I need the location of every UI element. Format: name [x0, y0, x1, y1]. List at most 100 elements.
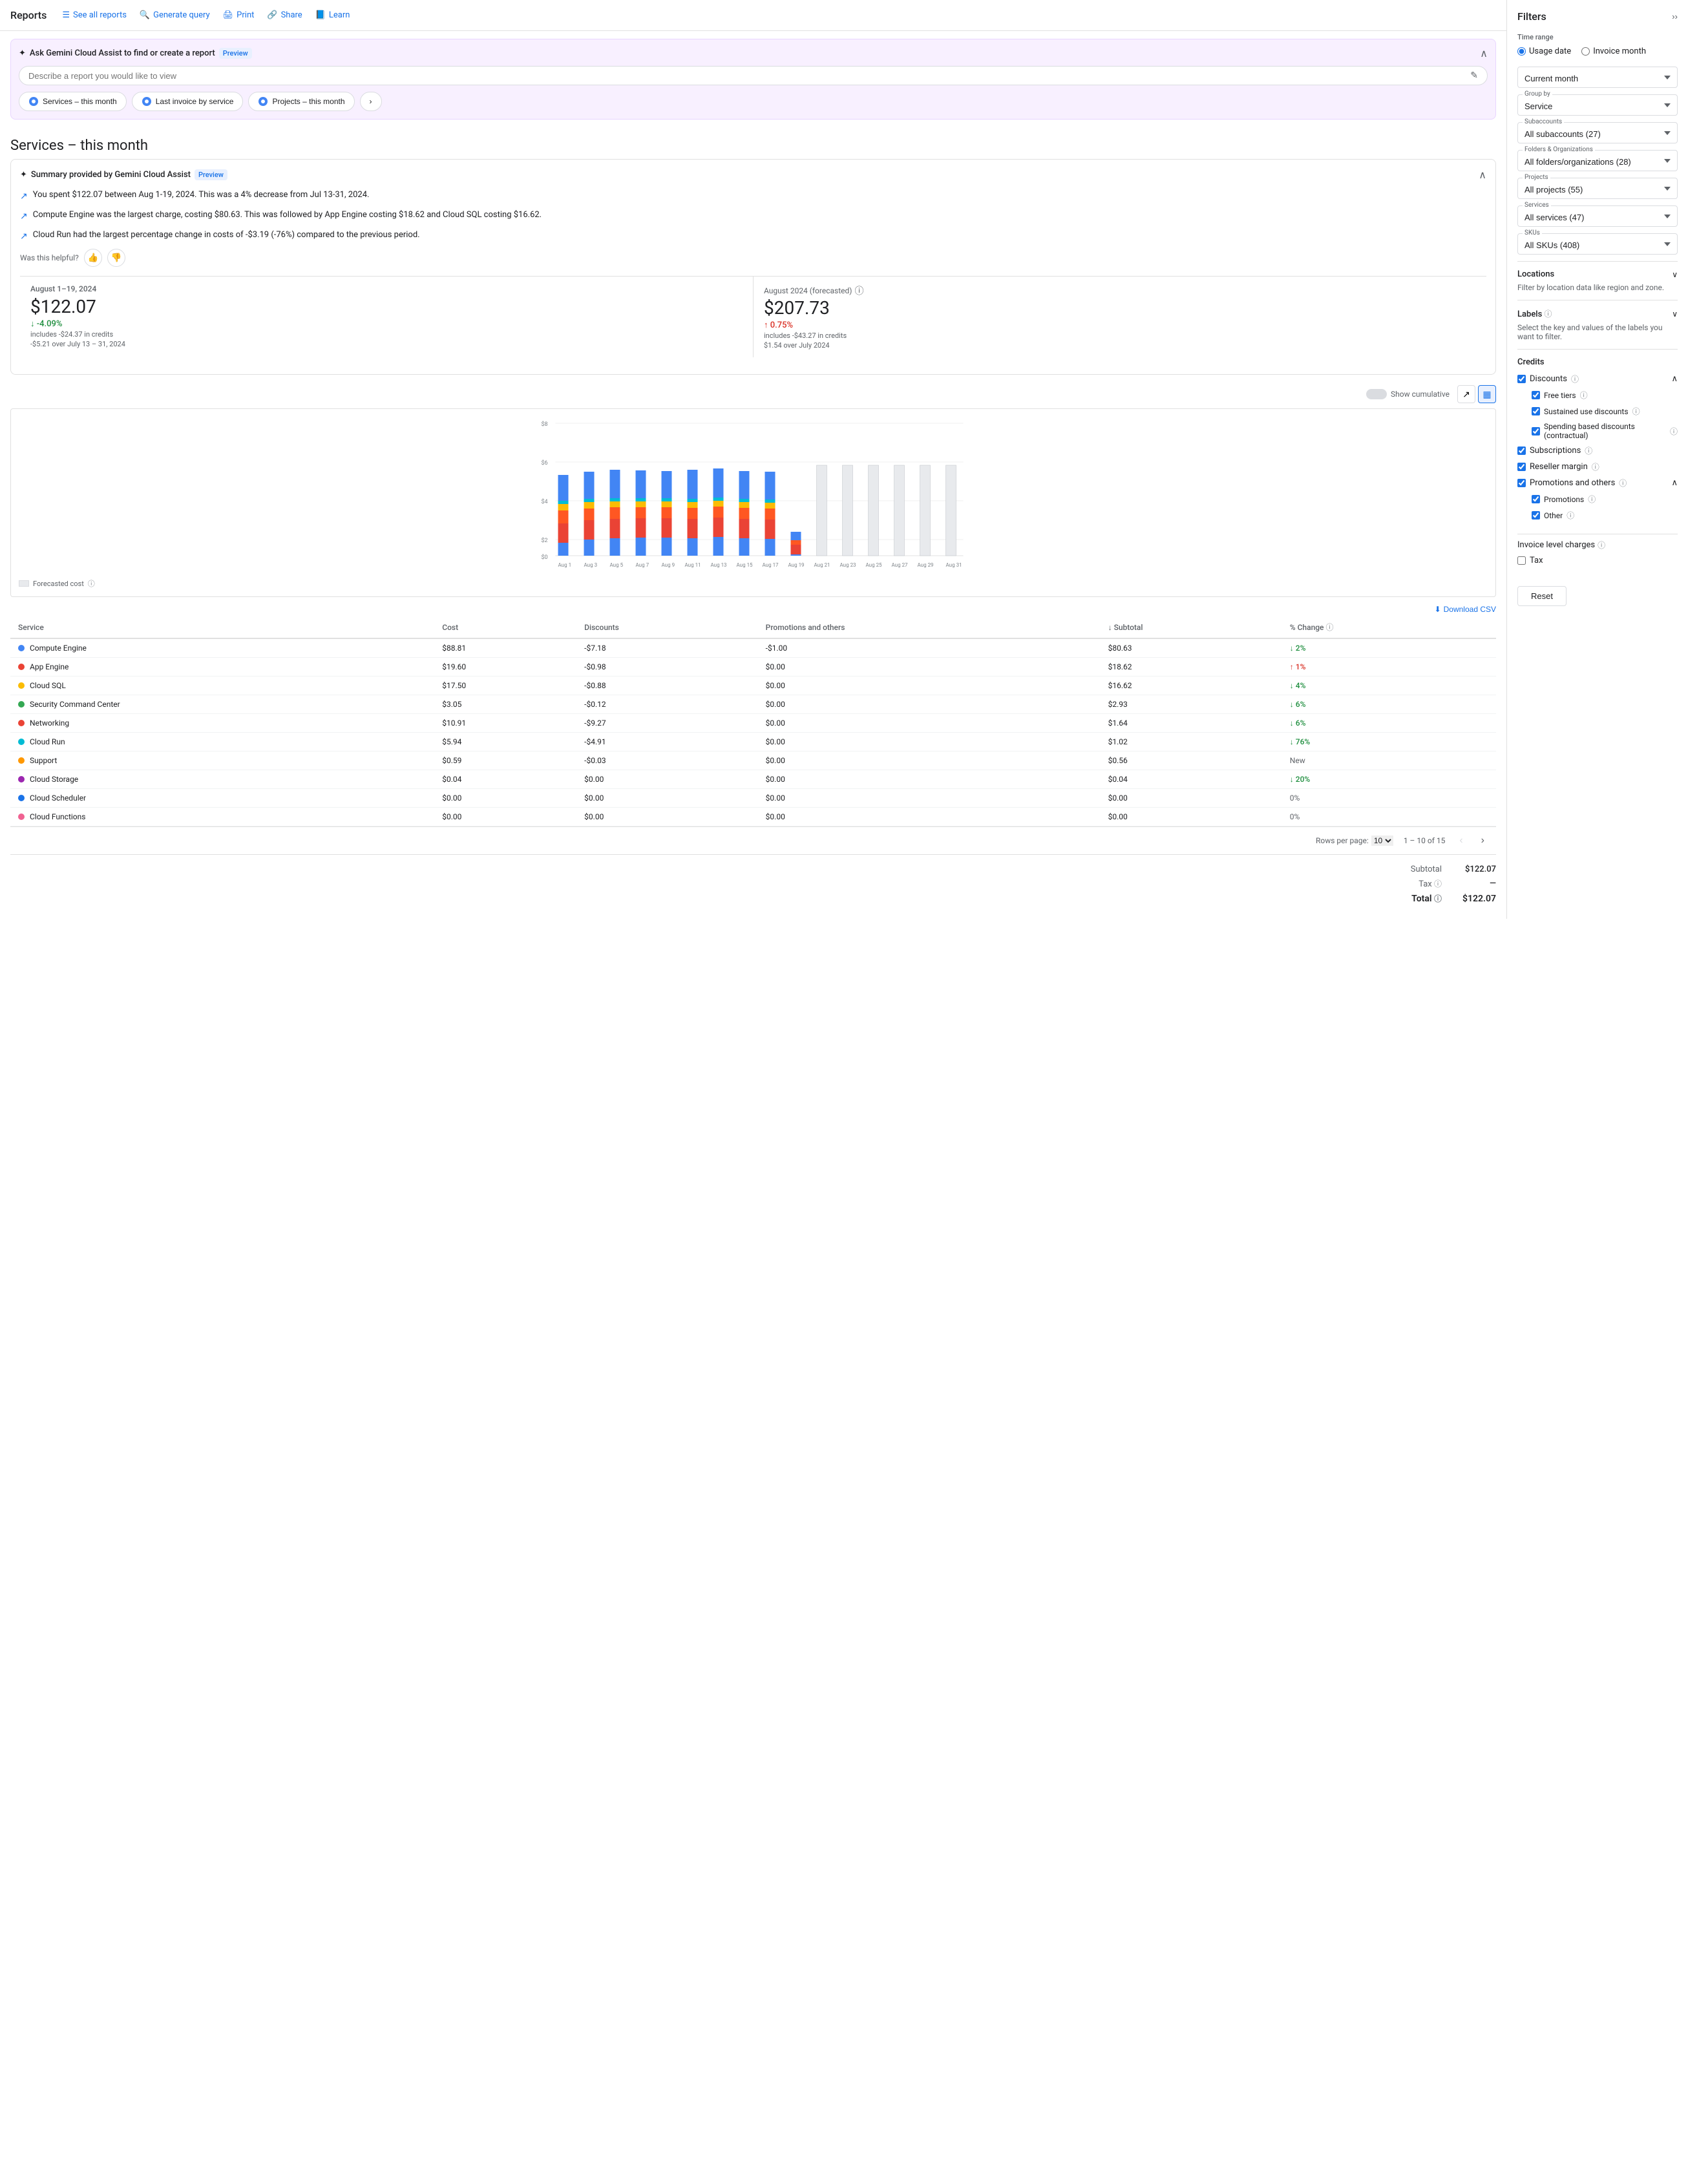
gemini-title: ✦ Ask Gemini Cloud Assist to find or cre… [19, 48, 252, 59]
current-period: August 1–19, 2024 [30, 284, 743, 293]
svg-text:$2: $2 [542, 537, 548, 544]
discounts-collapse-icon[interactable]: ∧ [1671, 374, 1678, 384]
learn-link[interactable]: 📘 Learn [315, 10, 350, 20]
change-cell: ↓ 2% [1282, 638, 1496, 658]
subscriptions-checkbox[interactable]: Subscriptions ⓘ [1517, 445, 1678, 456]
reset-button[interactable]: Reset [1517, 586, 1567, 606]
tax-input[interactable] [1517, 556, 1526, 565]
collapse-gemini-button[interactable]: ∧ [1480, 47, 1488, 59]
labels-help-icon[interactable]: ⓘ [1545, 310, 1552, 319]
toggle-switch[interactable] [1366, 389, 1387, 399]
forecasted-help-icon[interactable]: ⓘ [854, 284, 863, 297]
sustained-use-checkbox[interactable]: Sustained use discounts ⓘ [1532, 406, 1678, 417]
share-link[interactable]: 🔗 Share [267, 10, 302, 20]
other-input[interactable] [1532, 511, 1540, 520]
svg-text:Aug 25: Aug 25 [866, 562, 883, 568]
collapse-filters-button[interactable]: ›› [1672, 12, 1678, 21]
print-link[interactable]: 🖨 Print [223, 10, 255, 20]
reseller-margin-checkbox[interactable]: Reseller margin ⓘ [1517, 461, 1678, 472]
generate-query-link[interactable]: 🔍 Generate query [140, 10, 210, 20]
service-cell: Cloud SQL [10, 677, 434, 695]
next-page-button[interactable]: › [1477, 834, 1488, 848]
promotions-help-icon[interactable]: ⓘ [1619, 478, 1627, 488]
sustained-use-input[interactable] [1532, 407, 1540, 415]
thumbs-down-button[interactable]: 👎 [107, 249, 125, 267]
current-change-sub: -$5.21 over July 13 – 31, 2024 [30, 340, 743, 348]
col-cost: Cost [434, 616, 576, 638]
promotions-input[interactable] [1532, 495, 1540, 503]
skus-select-wrapper: SKUs All SKUs (408) [1517, 233, 1678, 255]
line-chart-button[interactable]: ↗ [1457, 385, 1475, 403]
folders-label: Folders & Organizations [1523, 146, 1595, 153]
prev-page-button[interactable]: ‹ [1455, 834, 1466, 848]
usage-date-radio[interactable]: Usage date [1517, 47, 1571, 56]
cost-cell: $10.91 [434, 714, 576, 733]
invoice-month-radio[interactable]: Invoice month [1581, 47, 1646, 56]
discounts-cell: $0.00 [576, 789, 758, 808]
total-row: Total ⓘ $122.07 [1411, 891, 1496, 906]
promotions-others-checkbox[interactable]: Promotions and others ⓘ ∧ [1517, 478, 1678, 488]
show-cumulative-toggle[interactable]: Show cumulative [1366, 389, 1450, 399]
subtotal-cell: $1.02 [1101, 733, 1282, 751]
change-cell: ↓ 20% [1282, 770, 1496, 789]
promotions-checkbox[interactable]: Promotions ⓘ [1532, 494, 1678, 505]
promotions-others-input[interactable] [1517, 479, 1526, 487]
cost-cell: $19.60 [434, 658, 576, 677]
change-cell: ↓ 4% [1282, 677, 1496, 695]
tax-checkbox[interactable]: Tax [1517, 556, 1678, 565]
gcp-icon3 [258, 96, 268, 107]
service-cell: Cloud Functions [10, 808, 434, 826]
collapse-summary-button[interactable]: ∧ [1479, 169, 1486, 181]
quick-report-more[interactable]: › [360, 92, 382, 111]
promotions-collapse-icon[interactable]: ∧ [1671, 478, 1678, 488]
subscriptions-help-icon[interactable]: ⓘ [1585, 445, 1592, 456]
spending-based-input[interactable] [1532, 427, 1540, 436]
reseller-help-icon[interactable]: ⓘ [1592, 461, 1599, 472]
subtotal-cell: $2.93 [1101, 695, 1282, 714]
feedback-row: Was this helpful? 👍 👎 [20, 249, 1486, 267]
cost-cell: $17.50 [434, 677, 576, 695]
tax-row: Tax ⓘ — [1419, 876, 1496, 891]
nav-title: Reports [10, 9, 47, 21]
forecasted-sub: includes -$43.27 in credits [764, 331, 1476, 340]
spending-based-help-icon[interactable]: ⓘ [1670, 426, 1678, 437]
see-all-reports-link[interactable]: ☰ See all reports [62, 10, 127, 20]
quick-report-projects[interactable]: Projects – this month [248, 92, 354, 111]
free-tiers-input[interactable] [1532, 391, 1540, 399]
gemini-search-input[interactable] [28, 71, 1470, 81]
table-row: Compute Engine $88.81 -$7.18 -$1.00 $80.… [10, 638, 1496, 658]
change-cell: ↑ 1% [1282, 658, 1496, 677]
other-checkbox[interactable]: Other ⓘ [1532, 510, 1678, 521]
promo-help-icon[interactable]: ⓘ [1588, 494, 1596, 505]
total-help-icon[interactable]: ⓘ [1434, 894, 1442, 903]
labels-header[interactable]: Labels ⓘ ∨ [1517, 308, 1678, 319]
spending-based-checkbox[interactable]: Spending based discounts (contractual) ⓘ [1532, 422, 1678, 440]
gemini-star-icon: ✦ [19, 48, 26, 58]
forecast-help-icon[interactable]: ⓘ [88, 578, 95, 589]
discounts-checkbox[interactable]: Discounts ⓘ ∧ [1517, 373, 1678, 384]
free-tiers-help-icon[interactable]: ⓘ [1580, 390, 1588, 401]
sustained-help-icon[interactable]: ⓘ [1632, 406, 1640, 417]
quick-report-services[interactable]: Services – this month [19, 92, 127, 111]
download-csv-button[interactable]: ⬇ Download CSV [1435, 605, 1496, 614]
locations-header[interactable]: Locations ∨ [1517, 269, 1678, 279]
change-help-icon[interactable]: ⓘ [1325, 623, 1333, 632]
invoice-help-icon[interactable]: ⓘ [1598, 540, 1605, 551]
discounts-cell: -$4.91 [576, 733, 758, 751]
current-month-select[interactable]: Current month [1517, 67, 1678, 88]
download-icon: ⬇ [1435, 605, 1441, 614]
svg-text:Aug 7: Aug 7 [636, 562, 649, 568]
other-help-icon[interactable]: ⓘ [1567, 510, 1574, 521]
reseller-margin-input[interactable] [1517, 463, 1526, 471]
bar-chart-button[interactable]: ▦ [1478, 385, 1496, 403]
summary-bullet-3: ↗ Cloud Run had the largest percentage c… [20, 229, 1486, 244]
discounts-input[interactable] [1517, 375, 1526, 383]
rows-per-page-select[interactable]: 10 25 50 [1371, 835, 1393, 846]
thumbs-up-button[interactable]: 👍 [84, 249, 102, 267]
discounts-help-icon[interactable]: ⓘ [1571, 373, 1579, 384]
chart-type-buttons: ↗ ▦ [1457, 385, 1496, 403]
tax-help-icon[interactable]: ⓘ [1434, 879, 1442, 888]
free-tiers-checkbox[interactable]: Free tiers ⓘ [1532, 390, 1678, 401]
subscriptions-input[interactable] [1517, 446, 1526, 455]
quick-report-last-invoice[interactable]: Last invoice by service [132, 92, 244, 111]
